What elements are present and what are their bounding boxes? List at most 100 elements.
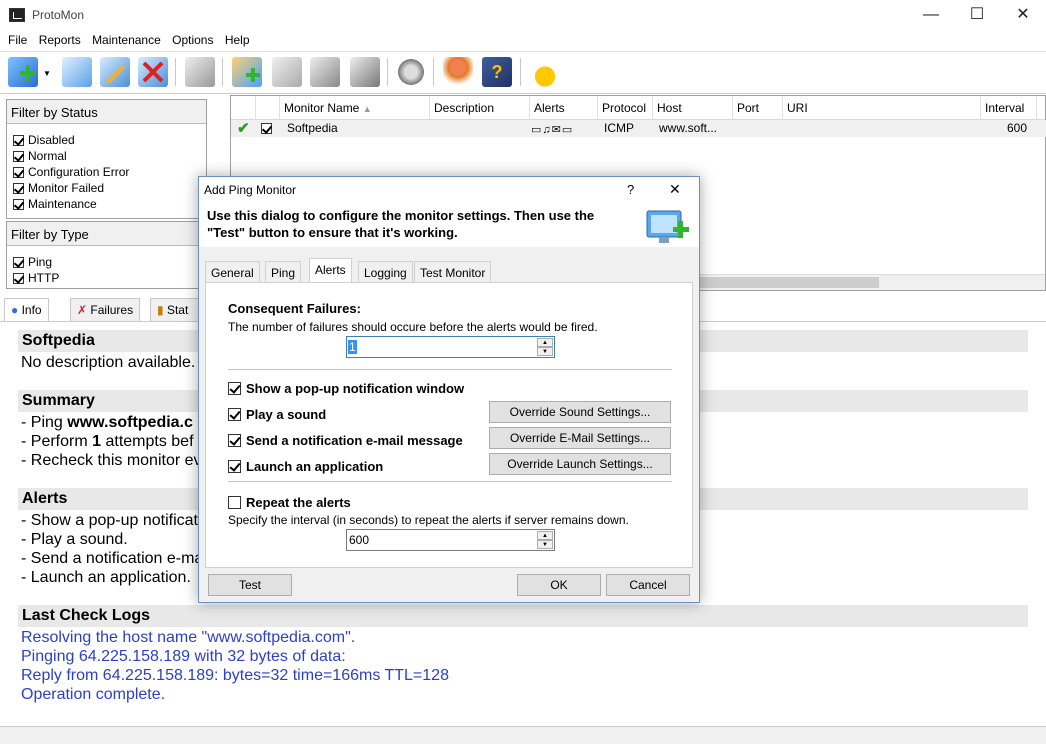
checkbox-icon[interactable]	[228, 496, 241, 509]
app-icon	[9, 8, 25, 22]
spin-down-icon[interactable]: ▼	[537, 540, 553, 549]
col-status[interactable]	[231, 96, 256, 120]
delete-monitor-icon[interactable]	[138, 57, 168, 87]
tab-test-monitor[interactable]: Test Monitor	[414, 261, 492, 283]
lock-icon[interactable]	[530, 57, 560, 87]
delete-group-icon[interactable]	[350, 57, 380, 87]
filter-status-title: Filter by Status	[7, 100, 206, 124]
copy-monitor-icon[interactable]	[62, 57, 92, 87]
grid-header: Monitor Name ▲ Description Alerts Protoc…	[231, 96, 1045, 120]
checkbox-icon[interactable]	[13, 150, 24, 162]
override-launch-button[interactable]: Override Launch Settings...	[489, 453, 671, 475]
spin-up-icon[interactable]: ▲	[537, 531, 553, 540]
launch-checkbox[interactable]: Launch an application	[228, 459, 383, 474]
checkbox-icon[interactable]	[228, 382, 241, 395]
consequent-failures-spinner[interactable]: 1 ▲ ▼	[346, 336, 555, 358]
checkbox-icon[interactable]	[13, 272, 24, 284]
col-host[interactable]: Host	[653, 96, 733, 120]
dialog-title-bar: Add Ping Monitor ? ✕	[199, 177, 699, 201]
filter-status-panel: Filter by Status Disabled Normal Configu…	[6, 99, 207, 219]
col-uri[interactable]: URI	[783, 96, 981, 120]
log-line-2: Pinging 64.225.158.189 with 32 bytes of …	[21, 648, 346, 665]
consequent-failures-desc: The number of failures should occure bef…	[228, 320, 598, 334]
consequent-failures-value[interactable]: 1	[348, 340, 357, 354]
monitor-add-icon	[646, 210, 689, 243]
col-interval[interactable]: Interval	[981, 96, 1037, 120]
checkbox-icon[interactable]	[13, 134, 24, 146]
edit-group-icon[interactable]	[310, 57, 340, 87]
copy-group-icon[interactable]	[272, 57, 302, 87]
override-email-button[interactable]: Override E-Mail Settings...	[489, 427, 671, 449]
add-group-icon[interactable]	[232, 57, 262, 87]
checkbox-icon[interactable]	[13, 198, 24, 210]
toolbar: ▼ ?	[0, 52, 1046, 94]
dialog-help-button[interactable]: ?	[627, 182, 634, 197]
check-all-icon[interactable]	[185, 57, 215, 87]
menu-file[interactable]: File	[4, 30, 31, 47]
tab-logging[interactable]: Logging	[358, 261, 413, 283]
cancel-button[interactable]: Cancel	[606, 574, 690, 596]
maximize-button[interactable]: ☐	[954, 0, 1000, 30]
filter-status-normal[interactable]: Normal	[13, 148, 206, 164]
table-row[interactable]: ✔ Softpedia ▭♫✉▭ ICMP www.soft... 600	[231, 120, 1046, 137]
checkbox-icon[interactable]	[13, 256, 24, 268]
override-sound-button[interactable]: Override Sound Settings...	[489, 401, 671, 423]
col-enabled[interactable]	[256, 96, 280, 120]
repeat-interval-spinner[interactable]: 600 ▲ ▼	[346, 529, 555, 551]
tab-alerts[interactable]: Alerts	[309, 258, 352, 283]
checkbox-icon[interactable]	[13, 166, 24, 178]
menu-reports[interactable]: Reports	[35, 30, 85, 47]
alerts-line-3: - Send a notification e-ma	[21, 550, 204, 567]
tab-failures[interactable]: ✗ Failures	[70, 298, 141, 322]
checkbox-icon[interactable]	[13, 182, 24, 194]
ok-button[interactable]: OK	[517, 574, 601, 596]
popup-checkbox[interactable]: Show a pop-up notification window	[228, 381, 464, 396]
col-alerts[interactable]: Alerts	[530, 96, 598, 120]
spin-down-icon[interactable]: ▼	[537, 347, 553, 356]
menu-options[interactable]: Options	[168, 30, 217, 47]
dialog-close-button[interactable]: ✕	[669, 181, 681, 198]
checkbox-icon[interactable]	[228, 434, 241, 447]
add-monitor-icon[interactable]	[8, 57, 38, 87]
enabled-checkbox-icon[interactable]	[261, 123, 272, 134]
filter-status-monitor-failed[interactable]: Monitor Failed	[13, 180, 206, 196]
repeat-interval-value[interactable]: 600	[349, 533, 369, 547]
filter-type-list: Ping HTTP	[7, 246, 206, 286]
divider	[228, 369, 672, 371]
info-tabs: ● Info ✗ Failures ▮ Stat	[0, 298, 230, 323]
col-protocol[interactable]: Protocol	[598, 96, 653, 120]
close-button[interactable]: ✕	[1000, 0, 1046, 30]
tab-ping[interactable]: Ping	[265, 261, 302, 283]
col-description[interactable]: Description	[430, 96, 530, 120]
minimize-button[interactable]: —	[908, 0, 954, 30]
add-dropdown-chevron-down-icon[interactable]: ▼	[43, 69, 51, 78]
tab-info[interactable]: ● Info	[4, 298, 49, 323]
add-ping-monitor-dialog: Add Ping Monitor ? ✕ Use this dialog to …	[198, 176, 700, 603]
col-monitor-name[interactable]: Monitor Name ▲	[280, 96, 430, 120]
checkbox-icon[interactable]	[228, 460, 241, 473]
filter-status-disabled[interactable]: Disabled	[13, 132, 206, 148]
edit-monitor-icon[interactable]	[100, 57, 130, 87]
tab-general[interactable]: General	[205, 261, 260, 283]
col-port[interactable]: Port	[733, 96, 783, 120]
repeat-checkbox[interactable]: Repeat the alerts	[228, 495, 351, 510]
menu-bar: File Reports Maintenance Options Help	[0, 30, 1046, 52]
menu-help[interactable]: Help	[221, 30, 254, 47]
help-icon[interactable]: ?	[482, 57, 512, 87]
filter-status-maintenance[interactable]: Maintenance	[13, 196, 206, 212]
summary-line-1: - Ping www.softpedia.c	[21, 414, 193, 431]
filter-status-config-error[interactable]: Configuration Error	[13, 164, 206, 180]
sound-checkbox[interactable]: Play a sound	[228, 407, 326, 422]
alerts-line-4: - Launch an application.	[21, 569, 191, 586]
email-checkbox[interactable]: Send a notification e-mail message	[228, 433, 463, 448]
test-button[interactable]: Test	[208, 574, 292, 596]
checkbox-icon[interactable]	[228, 408, 241, 421]
alerts-line-2: - Play a sound.	[21, 531, 128, 548]
menu-maintenance[interactable]: Maintenance	[88, 30, 165, 47]
filter-type-panel: Filter by Type Ping HTTP	[6, 221, 207, 289]
gear-icon[interactable]	[396, 57, 426, 87]
filter-type-ping[interactable]: Ping	[13, 254, 206, 270]
support-icon[interactable]	[443, 57, 473, 87]
filter-type-http[interactable]: HTTP	[13, 270, 206, 286]
spin-up-icon[interactable]: ▲	[537, 338, 553, 347]
